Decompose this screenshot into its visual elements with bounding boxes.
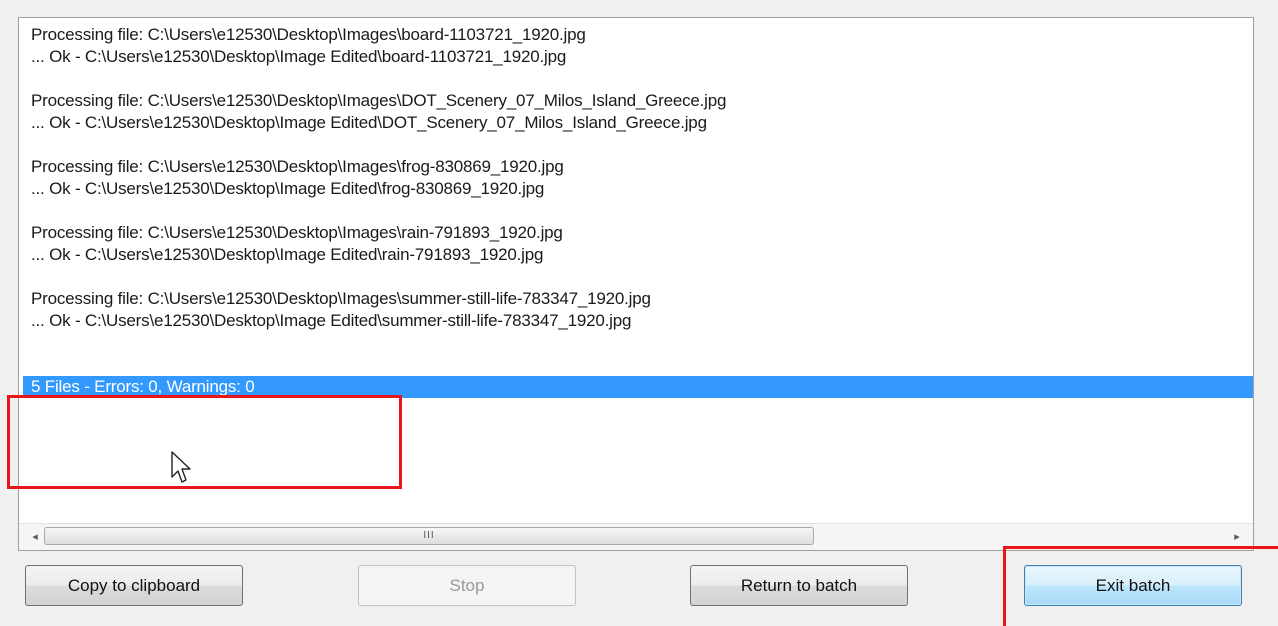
scrollbar-grip: III: [423, 530, 435, 541]
log-summary-line[interactable]: 5 Files - Errors: 0, Warnings: 0: [23, 376, 1253, 398]
stop-button[interactable]: Stop: [358, 565, 576, 606]
log-line[interactable]: Processing file: C:\Users\e12530\Desktop…: [19, 90, 1253, 112]
log-line[interactable]: Processing file: C:\Users\e12530\Desktop…: [19, 288, 1253, 310]
log-line[interactable]: ... Ok - C:\Users\e12530\Desktop\Image E…: [19, 46, 1253, 68]
log-line[interactable]: [19, 266, 1253, 288]
log-line[interactable]: ... Ok - C:\Users\e12530\Desktop\Image E…: [19, 112, 1253, 134]
scroll-right-icon[interactable]: ▸: [1225, 524, 1249, 550]
log-lines: Processing file: C:\Users\e12530\Desktop…: [19, 24, 1253, 398]
horizontal-scrollbar[interactable]: ◂ III ▸: [19, 523, 1253, 550]
log-line[interactable]: ... Ok - C:\Users\e12530\Desktop\Image E…: [19, 310, 1253, 332]
log-line[interactable]: [19, 134, 1253, 156]
log-line[interactable]: [19, 354, 1253, 376]
copy-to-clipboard-button[interactable]: Copy to clipboard: [25, 565, 243, 606]
return-to-batch-button[interactable]: Return to batch: [690, 565, 908, 606]
log-line[interactable]: Processing file: C:\Users\e12530\Desktop…: [19, 24, 1253, 46]
mouse-pointer-icon: [171, 451, 191, 483]
log-line[interactable]: Processing file: C:\Users\e12530\Desktop…: [19, 156, 1253, 178]
log-line[interactable]: [19, 332, 1253, 354]
log-line[interactable]: [19, 200, 1253, 222]
batch-results-dialog: Processing file: C:\Users\e12530\Desktop…: [0, 0, 1278, 626]
exit-batch-button[interactable]: Exit batch: [1024, 565, 1242, 606]
scrollbar-thumb[interactable]: III: [44, 527, 814, 545]
log-line[interactable]: ... Ok - C:\Users\e12530\Desktop\Image E…: [19, 244, 1253, 266]
log-line[interactable]: Processing file: C:\Users\e12530\Desktop…: [19, 222, 1253, 244]
log-line[interactable]: ... Ok - C:\Users\e12530\Desktop\Image E…: [19, 178, 1253, 200]
results-log-list[interactable]: Processing file: C:\Users\e12530\Desktop…: [18, 17, 1254, 551]
log-line[interactable]: [19, 68, 1253, 90]
